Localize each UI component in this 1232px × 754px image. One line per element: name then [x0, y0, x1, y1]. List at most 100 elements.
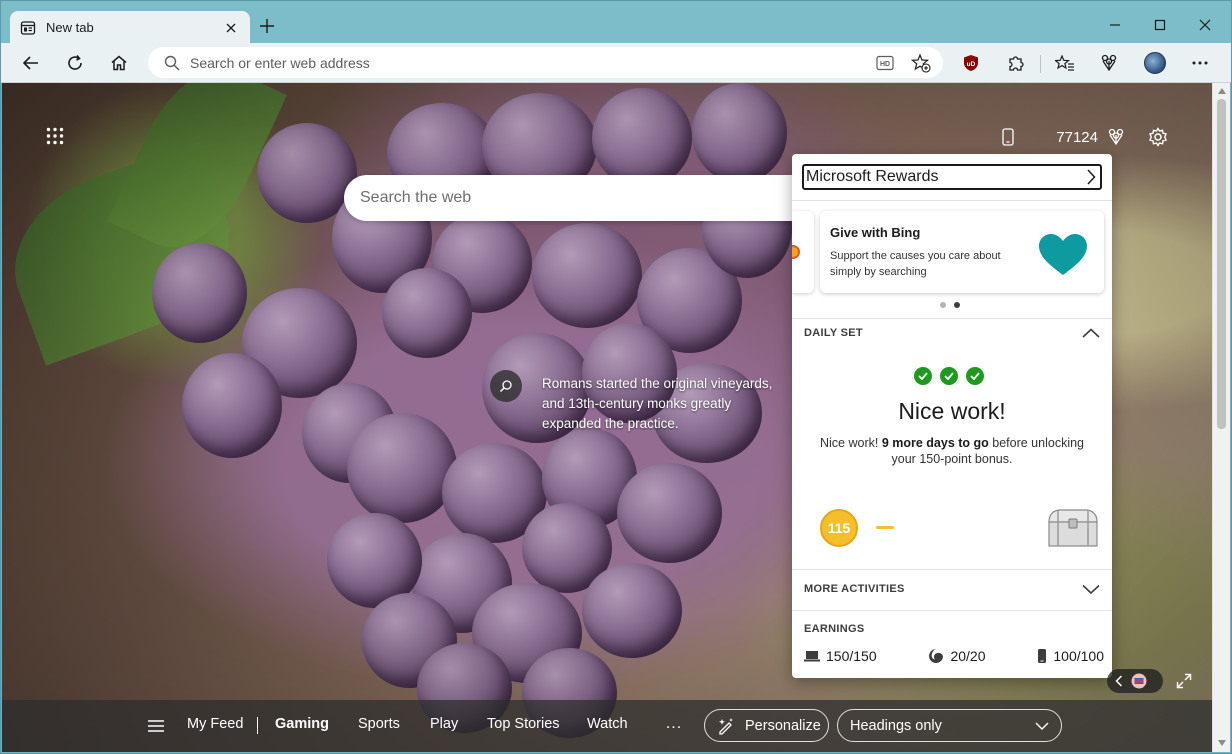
desc-prefix: Nice work!: [819, 436, 882, 450]
newtab-page-icon: [20, 20, 36, 36]
nav-item-watch[interactable]: Watch: [587, 716, 628, 732]
streak-points-coin: 115: [820, 509, 858, 547]
expand-icon[interactable]: [1172, 669, 1196, 693]
address-bar[interactable]: HD: [148, 47, 943, 78]
divider: [792, 610, 1112, 611]
earnings-pc-search: 150/150: [804, 648, 877, 664]
pc-search-value: 150/150: [826, 648, 877, 664]
scroll-up-arrow-icon[interactable]: [1217, 86, 1227, 96]
add-favorite-icon[interactable]: [909, 51, 933, 75]
rewards-flyout: Microsoft Rewards Give with Bing Support…: [792, 154, 1112, 678]
promo-card-give-with-bing[interactable]: Give with Bing Support the causes you ca…: [820, 211, 1104, 293]
hamburger-menu-icon[interactable]: [144, 714, 168, 738]
coin-icon: [792, 245, 800, 259]
edge-icon: [929, 649, 944, 663]
divider: [792, 200, 1112, 201]
carousel-dots: [940, 302, 960, 308]
earnings-label: EARNINGS: [804, 623, 865, 635]
carousel-dot[interactable]: [940, 302, 946, 308]
heart-icon: [1038, 233, 1088, 280]
nav-item-gaming[interactable]: Gaming: [275, 716, 329, 732]
hd-video-icon[interactable]: HD: [873, 51, 897, 75]
app-launcher-button[interactable]: [42, 123, 68, 149]
toolbar-separator: [1040, 55, 1041, 73]
svg-text:HD: HD: [880, 61, 890, 68]
back-button[interactable]: [16, 49, 46, 77]
check-circle-icon: [914, 367, 932, 385]
refresh-button[interactable]: [60, 49, 90, 77]
check-circle-icon: [940, 367, 958, 385]
new-tab-page: 77124 Romans started the original vineya…: [2, 83, 1212, 752]
rewards-trophy-icon[interactable]: [1102, 123, 1130, 151]
close-tab-icon[interactable]: [222, 19, 240, 37]
daily-set-checks: [914, 367, 984, 385]
tab-title: New tab: [46, 20, 94, 35]
promo-card-previous[interactable]: [792, 211, 814, 293]
grape: [152, 243, 247, 343]
feed-collapse-pill[interactable]: [1107, 669, 1163, 693]
nav-item-my-feed[interactable]: My Feed: [187, 716, 243, 732]
earnings-row: 150/150 20/20 100/100: [804, 648, 1104, 664]
treasure-chest-icon: [1046, 508, 1100, 551]
grape: [382, 268, 472, 358]
rewards-points[interactable]: 77124: [1056, 129, 1098, 146]
close-window-button[interactable]: [1191, 11, 1219, 39]
streak-progress: [876, 526, 894, 529]
carousel-dot[interactable]: [954, 302, 960, 308]
nav-item-sports[interactable]: Sports: [358, 716, 400, 732]
chevron-down-icon: [1035, 722, 1049, 730]
daily-set-header[interactable]: DAILY SET: [804, 322, 1100, 344]
grape: [532, 223, 642, 328]
web-search-input[interactable]: [360, 189, 780, 207]
maximize-button[interactable]: [1146, 11, 1174, 39]
address-input[interactable]: [190, 54, 830, 71]
home-button[interactable]: [104, 49, 134, 77]
nav-item-play[interactable]: Play: [430, 716, 458, 732]
browser-toolbar: HD uD: [0, 43, 1232, 83]
personalize-button[interactable]: Personalize: [704, 709, 829, 742]
rewards-header-title: Microsoft Rewards: [806, 168, 939, 185]
sparkle-edit-icon: [717, 717, 735, 735]
personalize-label: Personalize: [745, 717, 821, 734]
ublock-origin-icon[interactable]: uD: [956, 49, 986, 77]
earnings-header: EARNINGS: [804, 622, 1100, 636]
scroll-down-arrow-icon[interactable]: [1217, 738, 1227, 748]
desc-bold: 9 more days to go: [881, 436, 989, 450]
minimize-button[interactable]: [1101, 11, 1129, 39]
grape: [617, 463, 722, 563]
tab-new-tab[interactable]: New tab: [10, 11, 250, 44]
mobile-phone-icon[interactable]: [994, 123, 1022, 151]
puzzle-extensions-icon[interactable]: [1001, 49, 1031, 77]
chevron-right-icon: [1086, 169, 1096, 185]
image-info-hotspot[interactable]: [490, 370, 522, 402]
settings-more-icon[interactable]: [1185, 49, 1215, 77]
nav-more-button[interactable]: ...: [664, 712, 684, 736]
page-settings-gear-icon[interactable]: [1144, 123, 1172, 151]
more-activities-label: MORE ACTIVITIES: [804, 583, 905, 595]
favorites-icon[interactable]: [1050, 49, 1080, 77]
laptop-icon: [804, 651, 820, 662]
search-icon: [164, 55, 180, 71]
grape: [347, 413, 457, 523]
web-search-box[interactable]: [344, 175, 814, 221]
promo-description: Support the causes you care about simply…: [830, 250, 1001, 278]
mobile-value: 100/100: [1053, 648, 1104, 664]
layout-select[interactable]: Headings only: [837, 709, 1062, 742]
image-info-text[interactable]: Romans started the original vineyards, a…: [542, 374, 792, 434]
rewards-trophy-icon[interactable]: [1094, 49, 1124, 77]
new-tab-button[interactable]: [256, 15, 278, 37]
more-activities-header[interactable]: MORE ACTIVITIES: [804, 578, 1100, 600]
divider: [792, 318, 1112, 319]
page-scrollbar[interactable]: [1212, 83, 1230, 752]
chevron-left-icon: [1115, 675, 1123, 687]
nav-item-top-stories[interactable]: Top Stories: [487, 716, 560, 732]
grape: [182, 353, 282, 458]
grape: [692, 83, 787, 183]
profile-avatar[interactable]: [1140, 49, 1170, 77]
notification-avatar-icon: [1131, 673, 1147, 689]
grape: [592, 88, 692, 188]
edge-value: 20/20: [950, 648, 986, 664]
rewards-header-link[interactable]: Microsoft Rewards: [802, 164, 1102, 190]
chevron-up-icon: [1082, 328, 1100, 338]
scrollbar-thumb[interactable]: [1217, 99, 1226, 429]
